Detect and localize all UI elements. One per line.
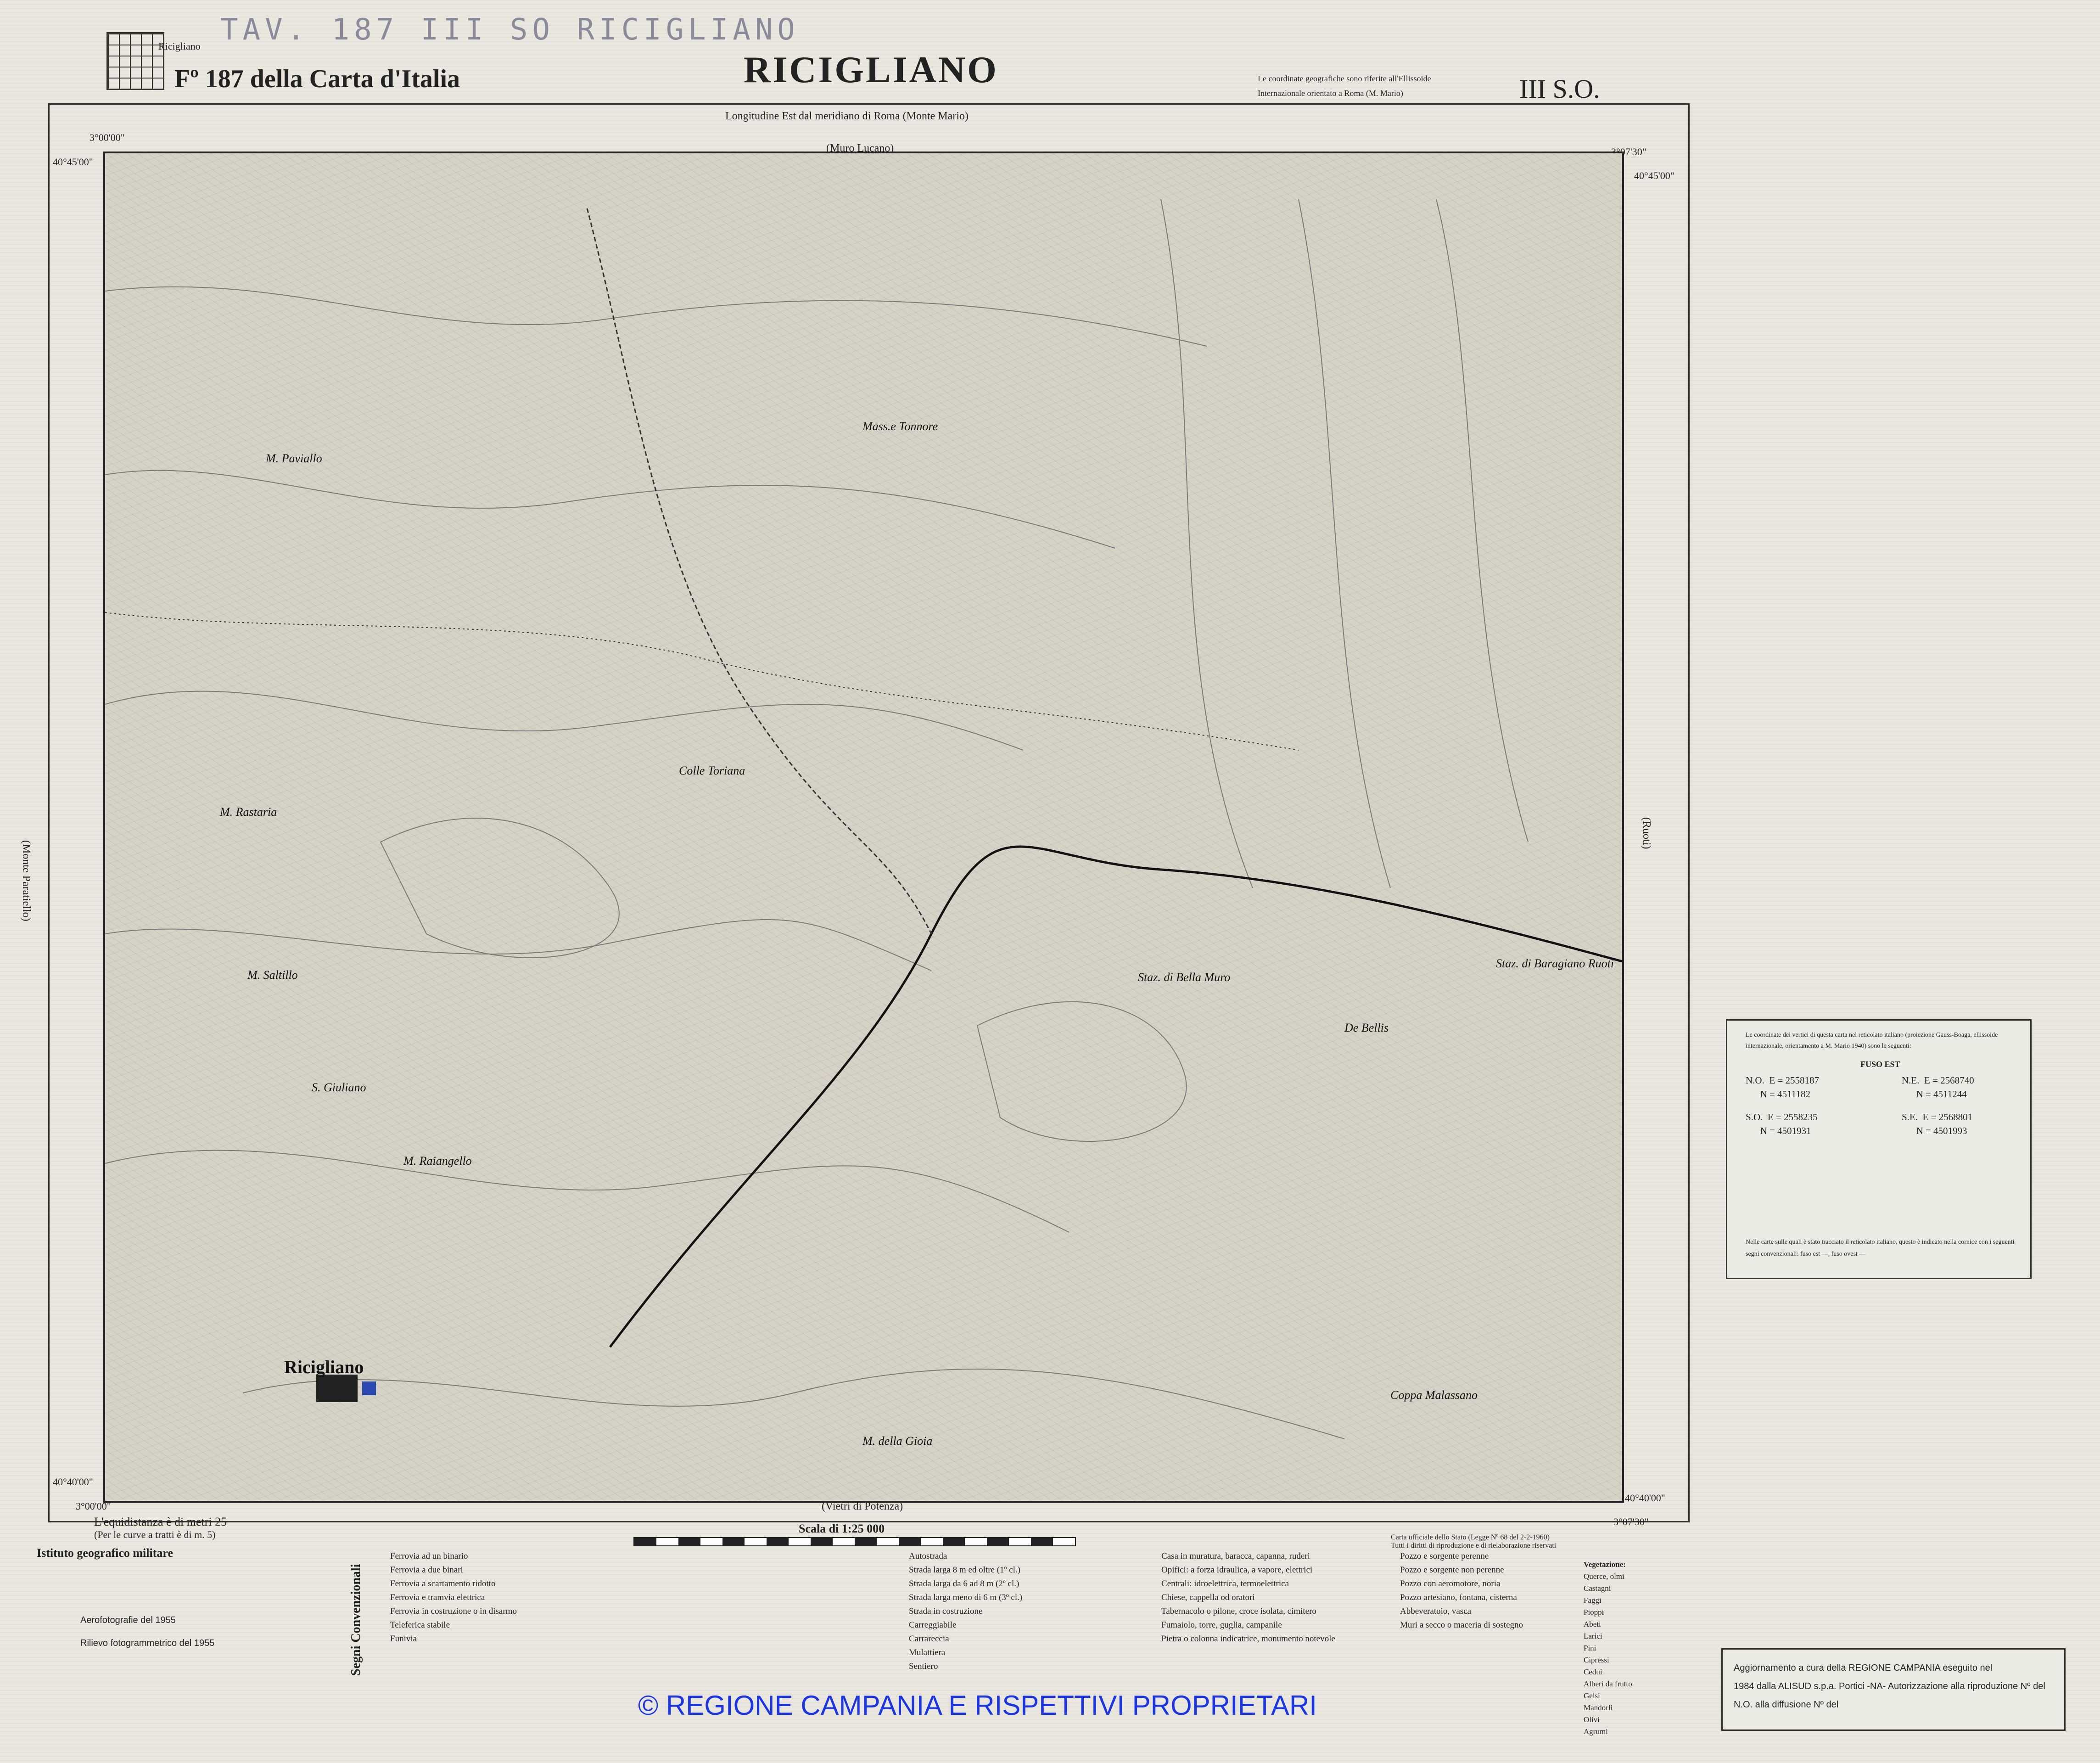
se-corner-values: S.E. E = 2568801 N = 4501993 (1902, 1112, 1973, 1136)
corner-lat-tl: 40°45'00" (53, 156, 93, 168)
place-m-raiangello: M. Raiangello (403, 1154, 472, 1168)
place-coppa-malassano: Coppa Malassano (1390, 1388, 1478, 1402)
contour-interval-note: (Per le curve a tratti è di m. 5) (94, 1529, 216, 1540)
place-m-rastaria: M. Rastaria (220, 805, 277, 819)
town-block (316, 1375, 358, 1402)
sheet-number: Fº 187 della Carta d'Italia (174, 65, 460, 93)
so-corner-values: S.O. E = 2558235 N = 4501931 (1746, 1112, 1818, 1136)
railway-line (609, 845, 1622, 1348)
no-corner-values: N.O. E = 2558187 N = 4511182 (1746, 1075, 1820, 1100)
meridian-note: Longitudine Est dal meridiano di Roma (M… (725, 110, 969, 122)
place-de-bellis: De Bellis (1344, 1021, 1389, 1034)
town-block-blue (362, 1381, 376, 1395)
coordinate-grid-box: Le coordinate dei vertici di questa cart… (1726, 1019, 2032, 1279)
map-sheet: TAV. 187 III SO RICIGLIANO Ricigliano Fº… (0, 0, 2100, 1763)
corner-lat-bl: 40°40'00" (53, 1476, 93, 1488)
topographic-map[interactable]: Ricigliano Colle Toriana Mass.e Tonnore … (103, 152, 1624, 1503)
place-s-giuliano: S. Giuliano (312, 1081, 366, 1094)
legend-vegetation: Vegetazione: Querce, olmi Castagni Faggi… (1584, 1560, 1632, 1736)
road-line (105, 612, 1299, 751)
sheet-index-grid (106, 32, 164, 90)
official-note: Carta ufficiale dello Stato (Legge Nº 68… (1391, 1533, 1557, 1550)
place-m-saltillo: M. Saltillo (247, 968, 298, 982)
corner-lon-tl: 3°00'00" (90, 132, 125, 143)
place-colle-toriana: Colle Toriana (679, 764, 745, 777)
place-ricigliano: Ricigliano (284, 1357, 364, 1377)
index-label: Ricigliano (158, 40, 201, 52)
river-line (586, 208, 932, 934)
place-m-paviallo: M. Paviallo (266, 452, 322, 465)
copyright-watermark: © REGIONE CAMPANIA E RISPETTIVI PROPRIET… (638, 1690, 1317, 1721)
contour-interval: L'equidistanza è di metri 25 (94, 1515, 227, 1528)
adjacent-west: (Monte Paratiello) (20, 840, 32, 921)
place-masseria-tonnore: Mass.e Tonnore (862, 420, 938, 433)
legend-title: Segni Convenzionali (349, 1564, 363, 1676)
contour-lines (105, 199, 1529, 1439)
legend-roads: Autostrada Strada larga 8 m ed oltre (1º… (909, 1551, 1023, 1671)
fuso-est: FUSO EST (1860, 1060, 1900, 1069)
survey-year: Rilievo fotogrammetrico del 1955 (80, 1638, 215, 1648)
corner-lat-tr: 40°45'00" (1634, 170, 1674, 181)
adjacent-east: (Ruoti) (1641, 817, 1652, 849)
place-stazione-baragiano: Staz. di Baragiano Ruoti (1496, 957, 1614, 970)
ne-corner-values: N.E. E = 2568740 N = 4511244 (1902, 1075, 1974, 1100)
publisher: Istituto geografico militare (37, 1546, 173, 1560)
place-m-della-gioia: M. della Gioia (862, 1434, 933, 1448)
coordinate-note: Le coordinate geografiche sono riferite … (1258, 74, 1431, 98)
legend-water: Pozzo e sorgente perenne Pozzo e sorgent… (1400, 1551, 1523, 1630)
corner-lon-br: 3°07'30" (1613, 1516, 1649, 1527)
corner-lat-br: 40°40'00" (1625, 1492, 1665, 1504)
place-stazione-bella-muro: Staz. di Bella Muro (1138, 971, 1231, 984)
quadrant-code: III S.O. (1519, 74, 1600, 104)
archive-stamp: TAV. 187 III SO RICIGLIANO (220, 13, 800, 47)
scale-label: Scala di 1:25 000 (799, 1522, 885, 1535)
legend-railways: Ferrovia ad un binario Ferrovia a due bi… (390, 1551, 517, 1644)
scale-bar (633, 1537, 1076, 1546)
map-drawing (105, 199, 1622, 1439)
legend-buildings: Casa in muratura, baracca, capanna, rude… (1161, 1551, 1335, 1644)
update-notice: Aggiornamento a cura della REGIONE CAMPA… (1721, 1648, 2066, 1731)
aerial-photo-year: Aerofotografie del 1955 (80, 1615, 176, 1625)
map-title: RICIGLIANO (744, 49, 998, 90)
